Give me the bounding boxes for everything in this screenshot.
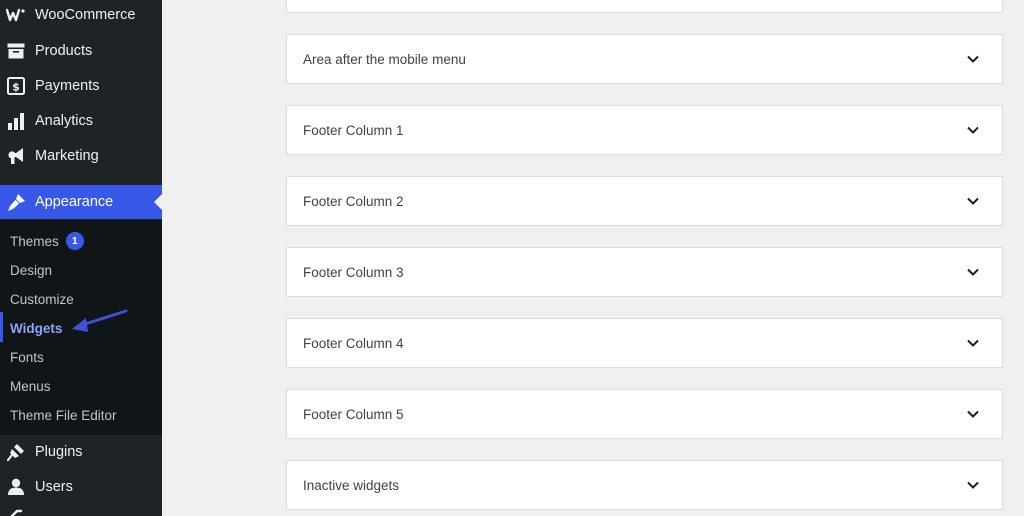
sidebar-item-label: Products [35, 43, 93, 59]
sidebar-item-label: Users [35, 479, 73, 495]
sidebar-item-payments[interactable]: $ Payments [0, 69, 162, 103]
submenu-item-label: Theme File Editor [10, 407, 117, 423]
chevron-down-icon[interactable] [966, 52, 980, 66]
submenu-item-fonts[interactable]: Fonts [10, 346, 44, 368]
submenu-item-customize[interactable]: Customize [10, 288, 74, 310]
plugins-icon [6, 442, 26, 462]
sidebar-item-label: Analytics [35, 113, 94, 129]
chevron-down-icon[interactable] [966, 478, 980, 492]
widget-area-panel[interactable]: Area after the mobile menu [286, 34, 1003, 84]
submenu-item-label: Themes [10, 233, 59, 249]
sidebar-item-users[interactable]: Users [0, 470, 162, 504]
paintbrush-icon [6, 192, 26, 212]
submenu-item-menus[interactable]: Menus [10, 375, 51, 397]
sidebar-item-products[interactable]: Products [0, 34, 162, 68]
current-item-indicator [0, 312, 3, 342]
sidebar-item-label: Plugins [35, 444, 83, 460]
widget-area-panel[interactable] [286, 0, 1003, 13]
chevron-down-icon[interactable] [966, 265, 980, 279]
payments-dollar-icon: $ [6, 76, 26, 96]
widget-area-panel[interactable]: Inactive widgets [286, 460, 1003, 510]
sidebar-item-label: Marketing [35, 148, 99, 164]
active-menu-notch [154, 194, 162, 210]
submenu-item-label: Fonts [10, 349, 44, 365]
sidebar-item-woocommerce[interactable]: WooCommerce [0, 0, 162, 32]
sidebar-item-analytics[interactable]: Analytics [0, 104, 162, 138]
submenu-item-themes[interactable]: Themes 1 [10, 230, 84, 252]
products-archive-icon [6, 41, 26, 61]
woocommerce-icon [6, 5, 26, 25]
sidebar-item-marketing[interactable]: Marketing [0, 139, 162, 173]
submenu-item-theme-file-editor[interactable]: Theme File Editor [10, 404, 117, 426]
megaphone-icon [6, 146, 26, 166]
analytics-bar-chart-icon [6, 111, 26, 131]
sidebar-item-label: WooCommerce [35, 7, 136, 23]
wp-admin-widgets-screen: WooCommerce Products $ Payments Analytic… [0, 0, 1024, 516]
sidebar-item-label: Payments [35, 78, 100, 94]
widget-area-panel[interactable]: Footer Column 2 [286, 176, 1003, 226]
chevron-down-icon[interactable] [966, 407, 980, 421]
sidebar-item-plugins[interactable]: Plugins [0, 435, 162, 469]
chevron-down-icon[interactable] [966, 123, 980, 137]
widget-area-panel[interactable]: Footer Column 4 [286, 318, 1003, 368]
chevron-down-icon[interactable] [966, 336, 980, 350]
users-icon [6, 477, 26, 497]
widget-area-title: Footer Column 1 [303, 122, 404, 138]
widget-area-title: Area after the mobile menu [303, 51, 466, 67]
widget-area-title: Footer Column 5 [303, 406, 404, 422]
widget-area-title: Footer Column 4 [303, 335, 404, 351]
widget-area-title: Footer Column 2 [303, 193, 404, 209]
widget-area-panel[interactable]: Footer Column 3 [286, 247, 1003, 297]
widget-area-title: Inactive widgets [303, 477, 400, 493]
submenu-item-label: Customize [10, 291, 74, 307]
annotation-arrow-icon [72, 309, 128, 332]
submenu-item-label: Menus [10, 378, 51, 394]
svg-text:$: $ [12, 81, 20, 94]
widget-area-panel[interactable]: Footer Column 5 [286, 389, 1003, 439]
submenu-item-widgets[interactable]: Widgets [10, 317, 62, 339]
admin-sidebar: WooCommerce Products $ Payments Analytic… [0, 0, 162, 516]
submenu-item-label: Widgets [10, 320, 63, 336]
sidebar-item-appearance[interactable]: Appearance [0, 185, 162, 219]
update-count-badge: 1 [65, 232, 84, 250]
submenu-item-label: Design [10, 262, 53, 278]
widget-area-panel[interactable]: Footer Column 1 [286, 105, 1003, 155]
submenu-item-design[interactable]: Design [10, 259, 52, 281]
sidebar-item-label: Appearance [35, 194, 114, 210]
chevron-down-icon[interactable] [966, 194, 980, 208]
tools-icon [10, 509, 23, 516]
widget-area-title: Footer Column 3 [303, 264, 404, 280]
